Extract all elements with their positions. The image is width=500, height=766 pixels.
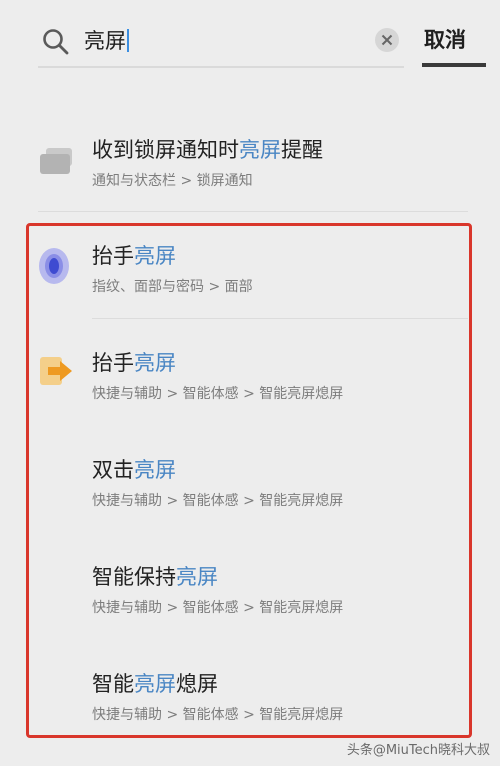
search-result[interactable]: 收到锁屏通知时亮屏提醒 通知与状态栏 > 锁屏通知 <box>0 120 500 210</box>
text-cursor <box>127 29 129 52</box>
cancel-button[interactable]: 取消 <box>424 24 486 54</box>
divider <box>38 211 468 212</box>
annotation-highlight-box <box>26 223 472 738</box>
result-title: 收到锁屏通知时亮屏提醒 <box>92 138 323 162</box>
clear-search-icon[interactable] <box>374 27 400 57</box>
cancel-underline <box>422 63 486 67</box>
search-input[interactable]: 亮屏 <box>84 28 129 54</box>
result-path: 通知与状态栏 > 锁屏通知 <box>92 173 253 189</box>
watermark: 头条@MiuTech晓科大叔 <box>346 743 490 758</box>
notification-icon <box>38 146 76 180</box>
search-icon <box>42 28 70 60</box>
search-bar[interactable]: 亮屏 <box>38 18 404 68</box>
